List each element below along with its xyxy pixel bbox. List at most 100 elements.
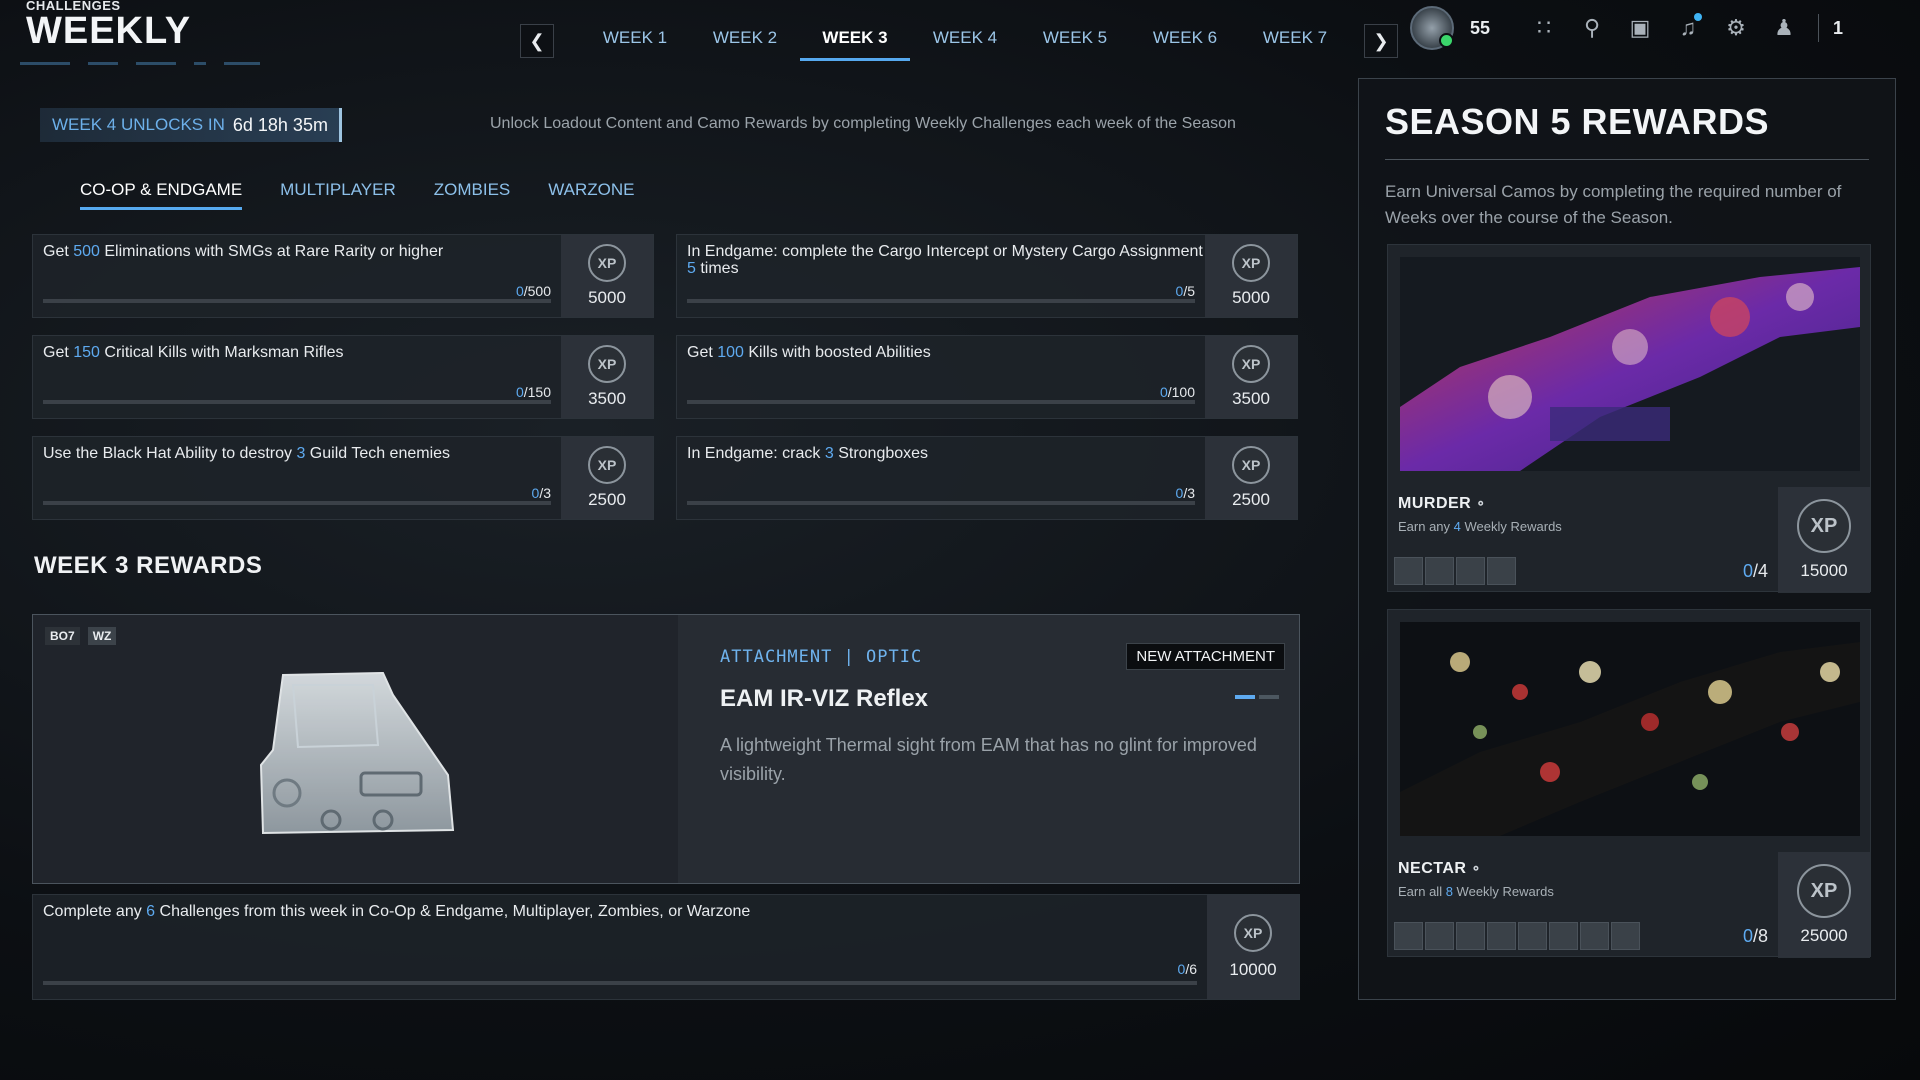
xp-value: 25000 xyxy=(1800,926,1848,945)
challenge-text: Use the Black Hat Ability to destroy 3 G… xyxy=(43,445,451,462)
wz-badge: WZ xyxy=(87,627,117,645)
xp-value: 5000 xyxy=(588,288,626,307)
xp-reward: XP 2500 xyxy=(1205,437,1297,519)
xp-reward: XP 10000 xyxy=(1207,895,1299,999)
season-description: Earn Universal Camos by completing the r… xyxy=(1385,182,1842,227)
week-tabs: WEEK 1 WEEK 2 WEEK 3 WEEK 4 WEEK 5 WEEK … xyxy=(580,28,1350,61)
prev-week-button[interactable]: ❮ xyxy=(520,24,554,58)
xp-icon: XP xyxy=(588,446,626,484)
tab-week-2[interactable]: WEEK 2 xyxy=(690,28,800,61)
progress-bar xyxy=(43,299,551,303)
mode-tabs: CO-OP & ENDGAME MULTIPLAYER ZOMBIES WARZ… xyxy=(80,180,673,210)
camo-progress: 0/4 xyxy=(1742,561,1768,581)
murder-camo-image xyxy=(1400,257,1860,471)
chevron-left-icon: ❮ xyxy=(529,30,545,51)
xp-reward: XP 5000 xyxy=(1205,235,1297,317)
camo-requirement: Earn any 4 Weekly Rewards xyxy=(1398,519,1562,534)
challenge-progress: 0/500 xyxy=(515,283,551,299)
progress-box xyxy=(1611,922,1640,950)
progress-box xyxy=(1394,922,1423,950)
lock-icon: ⚬ xyxy=(1475,496,1487,511)
week-rewards-title: WEEK 3 REWARDS xyxy=(34,552,263,579)
challenge-card[interactable]: Get 500 Eliminations with SMGs at Rare R… xyxy=(32,234,654,318)
season-rewards-panel: SEASON 5 REWARDS Earn Universal Camos by… xyxy=(1358,78,1896,1000)
xp-value: 2500 xyxy=(588,490,626,509)
challenge-progress: 0/3 xyxy=(1175,485,1195,501)
xp-icon: XP xyxy=(1234,914,1272,952)
page-title: WEEKLY xyxy=(26,10,192,52)
xp-value: 2500 xyxy=(1232,490,1270,509)
xp-value: 10000 xyxy=(1229,960,1277,979)
challenge-card[interactable]: In Endgame: complete the Cargo Intercept… xyxy=(676,234,1298,318)
page-indicator xyxy=(1235,695,1279,699)
tab-week-4[interactable]: WEEK 4 xyxy=(910,28,1020,61)
challenge-card[interactable]: Use the Black Hat Ability to destroy 3 G… xyxy=(32,436,654,520)
next-week-button[interactable]: ❯ xyxy=(1364,24,1398,58)
progress-bar xyxy=(43,981,1197,985)
tab-coop-endgame[interactable]: CO-OP & ENDGAME xyxy=(80,180,243,210)
challenge-progress: 0/150 xyxy=(515,384,551,400)
tab-week-1[interactable]: WEEK 1 xyxy=(580,28,690,61)
xp-icon: XP xyxy=(1232,244,1270,282)
challenge-progress: 0/5 xyxy=(1175,283,1195,299)
tab-multiplayer[interactable]: MULTIPLAYER xyxy=(280,180,396,210)
settings-gear-icon[interactable]: ⚙ xyxy=(1712,15,1760,41)
unlock-icon[interactable]: ⚲ xyxy=(1568,15,1616,41)
progress-box xyxy=(1394,557,1423,585)
challenge-text: In Endgame: crack 3 Strongboxes xyxy=(687,445,929,462)
xp-reward: XP 5000 xyxy=(561,235,653,317)
progress-box xyxy=(1487,557,1516,585)
party-icon[interactable]: ♟ xyxy=(1760,15,1808,41)
challenge-text: Complete any 6 Challenges from this week… xyxy=(43,903,751,920)
tab-week-6[interactable]: WEEK 6 xyxy=(1130,28,1240,61)
new-attachment-tag: NEW ATTACHMENT xyxy=(1126,643,1285,670)
tab-week-7[interactable]: WEEK 7 xyxy=(1240,28,1350,61)
xp-icon: XP xyxy=(1797,864,1851,918)
optic-attachment-icon xyxy=(259,671,455,835)
xp-reward: XP 25000 xyxy=(1778,852,1870,958)
week-reward-panel[interactable]: BO7 WZ ATTACHMENT | OPTIC NEW ATTACHMENT… xyxy=(32,614,1300,884)
tab-warzone[interactable]: WARZONE xyxy=(548,180,634,210)
challenge-card[interactable]: In Endgame: crack 3 Strongboxes 0/3 XP 2500 xyxy=(676,436,1298,520)
attachment-description: A lightweight Thermal sight from EAM tha… xyxy=(720,735,1257,784)
challenge-card[interactable]: Get 100 Kills with boosted Abilities 0/10… xyxy=(676,335,1298,419)
store-icon[interactable]: ▣ xyxy=(1616,15,1664,41)
challenge-card[interactable]: Get 150 Critical Kills with Marksman Rif… xyxy=(32,335,654,419)
tab-zombies[interactable]: ZOMBIES xyxy=(434,180,511,210)
top-bar-separator xyxy=(1818,14,1820,42)
xp-value: 3500 xyxy=(588,389,626,408)
progress-box xyxy=(1456,557,1485,585)
week-progress-boxes xyxy=(1394,557,1516,585)
camo-card-murder[interactable]: MURDER ⚬ Earn any 4 Weekly Rewards 0/4 XP… xyxy=(1387,244,1871,593)
bo7-badge: BO7 xyxy=(45,627,80,645)
reward-preview: BO7 WZ xyxy=(33,615,678,883)
grid-menu-icon[interactable]: ∷ xyxy=(1520,15,1568,41)
progress-bar xyxy=(43,400,551,404)
party-count: 1 xyxy=(1833,17,1844,38)
attachment-category: ATTACHMENT | OPTIC xyxy=(720,647,923,667)
progress-box xyxy=(1456,922,1485,950)
xp-value: 3500 xyxy=(1232,389,1270,408)
progress-bar xyxy=(43,501,551,505)
avatar[interactable] xyxy=(1410,6,1454,50)
camo-name: MURDER ⚬ xyxy=(1398,495,1487,512)
tab-week-5[interactable]: WEEK 5 xyxy=(1020,28,1130,61)
nectar-camo-image xyxy=(1400,622,1860,836)
xp-icon: XP xyxy=(1232,345,1270,383)
final-challenge[interactable]: Complete any 6 Challenges from this week… xyxy=(32,894,1300,1000)
tab-week-3[interactable]: WEEK 3 xyxy=(800,28,910,61)
camo-name: NECTAR ⚬ xyxy=(1398,860,1482,877)
xp-icon: XP xyxy=(1232,446,1270,484)
challenge-text: In Endgame: complete the Cargo Intercept… xyxy=(687,243,1203,277)
xp-icon: XP xyxy=(588,244,626,282)
xp-icon: XP xyxy=(588,345,626,383)
progress-box xyxy=(1425,557,1454,585)
camo-card-nectar[interactable]: NECTAR ⚬ Earn all 8 Weekly Rewards 0/8 XP… xyxy=(1387,609,1871,958)
notifications-icon[interactable]: ♫ xyxy=(1664,13,1712,41)
challenge-progress: 0/100 xyxy=(1159,384,1195,400)
week-progress-boxes xyxy=(1394,922,1640,950)
challenge-text: Get 150 Critical Kills with Marksman Rif… xyxy=(43,344,344,361)
progress-box xyxy=(1518,922,1547,950)
xp-reward: XP 15000 xyxy=(1778,487,1870,593)
xp-reward: XP 2500 xyxy=(561,437,653,519)
